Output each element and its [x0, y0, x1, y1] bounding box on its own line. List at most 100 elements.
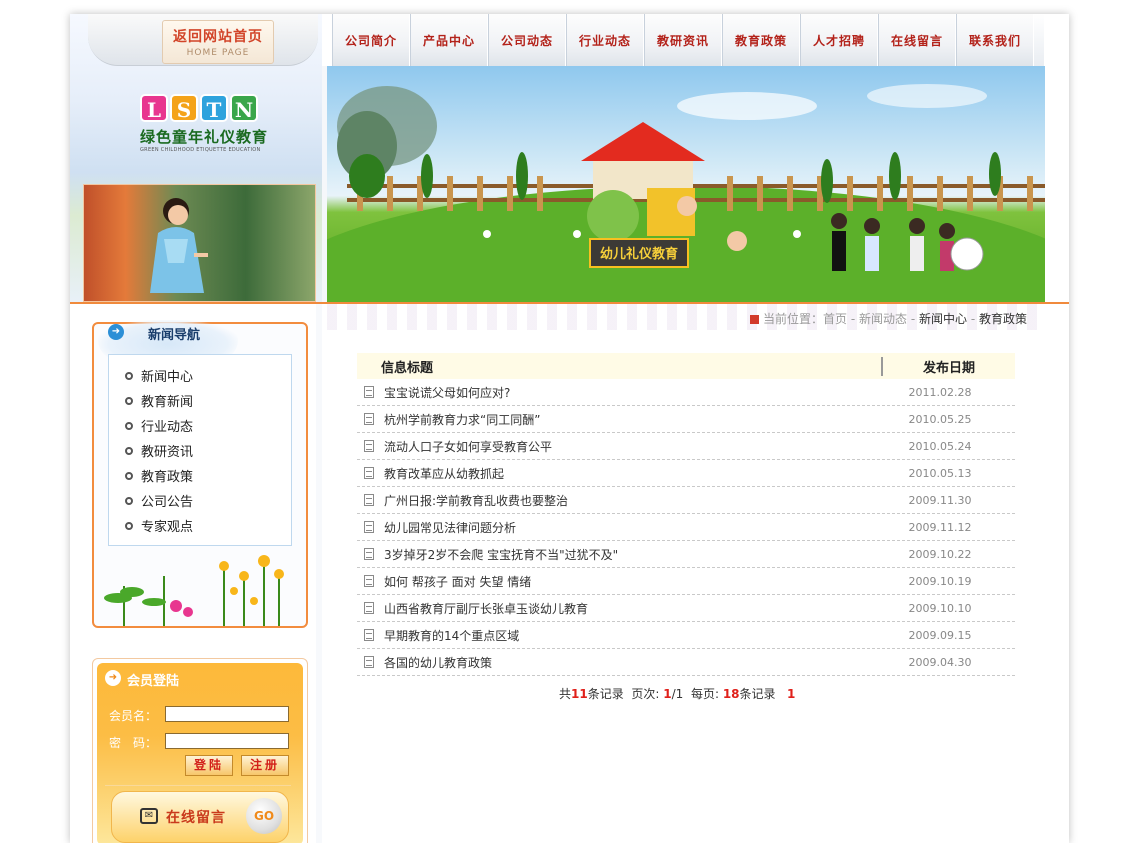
breadcrumb-prefix: 当前位置：: [763, 312, 824, 326]
pagination: 共11条记录 页次: 1/1 每页: 18条记录 1: [559, 685, 795, 702]
row-date: 2010.05.13: [908, 466, 972, 480]
register-button[interactable]: 注册: [241, 755, 289, 776]
pager-page-label: 页次:: [631, 687, 660, 701]
nav-item[interactable]: 在线留言: [878, 14, 956, 66]
table-row[interactable]: 幼儿园常见法律问题分析 2009.11.12: [357, 514, 1015, 541]
nav-item[interactable]: 行业动态: [566, 14, 644, 66]
login-inner: ➜ 会员登陆 会员名： 密 码： 登陆 注册 ✉ 在线留言 GO: [97, 663, 303, 843]
nav-item[interactable]: 联系我们: [956, 14, 1034, 66]
pager-total-suffix: 条记录: [587, 687, 624, 701]
document-icon: [364, 629, 374, 641]
news-nav-item-label: 教育新闻: [141, 395, 194, 410]
pager-page-current: 1: [663, 687, 672, 701]
news-nav-item[interactable]: 公司公告: [109, 488, 291, 513]
logo-cn: 绿色童年礼仪教育: [140, 128, 269, 146]
news-nav-item[interactable]: 教育新闻: [109, 388, 291, 413]
nav-item[interactable]: 教育政策: [722, 14, 800, 66]
password-label: 密 码：: [109, 736, 158, 750]
news-nav-item-label: 教研资讯: [141, 445, 194, 460]
row-title-link[interactable]: 3岁掉牙2岁不会爬 宝宝抚育不当"过犹不及": [384, 546, 874, 563]
location-icon: [750, 315, 759, 324]
table-row[interactable]: 宝宝说谎父母如何应对? 2011.02.28: [357, 379, 1015, 406]
circle-bullet-icon: [125, 471, 133, 480]
news-nav-item-label: 行业动态: [141, 420, 194, 435]
breadcrumb-item-news-center[interactable]: 新闻中心: [919, 312, 967, 326]
row-date: 2009.09.15: [908, 628, 972, 642]
go-button[interactable]: GO: [246, 798, 282, 834]
row-title-link[interactable]: 杭州学前教育力求“同工同酬”: [384, 411, 874, 428]
arrow-right-icon: ➜: [108, 324, 124, 340]
online-message-button[interactable]: ✉ 在线留言 GO: [111, 791, 289, 843]
table-row[interactable]: 流动人口子女如何享受教育公平 2010.05.24: [357, 433, 1015, 460]
home-button-label: 返回网站首页: [173, 29, 263, 45]
row-title-link[interactable]: 幼儿园常见法律问题分析: [384, 519, 874, 536]
logo-letter: L: [140, 94, 168, 122]
row-title-link[interactable]: 早期教育的14个重点区域: [384, 627, 874, 644]
table-body: 宝宝说谎父母如何应对? 2011.02.28 杭州学前教育力求“同工同酬” 2010.…: [357, 379, 1015, 676]
news-nav-item[interactable]: 行业动态: [109, 413, 291, 438]
child-photo: [83, 184, 316, 302]
news-nav-item[interactable]: 教育政策: [109, 463, 291, 488]
login-button[interactable]: 登陆: [185, 755, 233, 776]
document-icon: [364, 575, 374, 587]
row-title-link[interactable]: 流动人口子女如何享受教育公平: [384, 438, 874, 455]
logo-letter: S: [170, 94, 198, 122]
table-row[interactable]: 各国的幼儿教育政策 2009.04.30: [357, 649, 1015, 676]
breadcrumb-separator: -: [907, 312, 919, 326]
nav-item[interactable]: 公司简介: [332, 14, 410, 66]
document-icon: [364, 413, 374, 425]
login-separator: [105, 785, 291, 786]
username-label: 会员名：: [109, 709, 158, 723]
nav-item[interactable]: 教研资讯: [644, 14, 722, 66]
main-nav: 公司简介 产品中心 公司动态 行业动态 教研资讯 教育政策 人才招聘 在线留言 联系我们: [332, 14, 1044, 66]
nav-item[interactable]: 产品中心: [410, 14, 488, 66]
home-page-button[interactable]: 返回网站首页 HOME PAGE: [162, 20, 274, 64]
home-tab: 返回网站首页 HOME PAGE: [88, 14, 318, 66]
logo-letter: T: [200, 94, 228, 122]
row-title-link[interactable]: 广州日报:学前教育乱收费也要整治: [384, 492, 874, 509]
row-title-link[interactable]: 山西省教育厅副厅长张卓玉谈幼儿教育: [384, 600, 874, 617]
password-input[interactable]: [165, 733, 289, 749]
site-logo[interactable]: LSTN 绿色童年礼仪教育 GREEN CHILDHOOD ETIQUETTE …: [140, 94, 270, 164]
row-date: 2009.10.19: [908, 574, 972, 588]
table-row[interactable]: 杭州学前教育力求“同工同酬” 2010.05.25: [357, 406, 1015, 433]
nav-item[interactable]: 公司动态: [488, 14, 566, 66]
breadcrumb-item-news[interactable]: 新闻动态: [859, 312, 907, 326]
document-icon: [364, 656, 374, 668]
username-input[interactable]: [165, 706, 289, 722]
page-frame: 返回网站首页 HOME PAGE LSTN 绿色童年礼仪教育 GREEN CHI…: [70, 14, 1069, 843]
news-nav-item[interactable]: 专家观点: [109, 513, 291, 538]
news-nav-item[interactable]: 教研资讯: [109, 438, 291, 463]
pager-total: 11: [571, 687, 588, 701]
row-date: 2009.04.30: [908, 655, 972, 669]
table-row[interactable]: 早期教育的14个重点区域 2009.09.15: [357, 622, 1015, 649]
row-title-link[interactable]: 如何 帮孩子 面对 失望 情绪: [384, 573, 874, 590]
row-date: 2009.10.22: [908, 547, 972, 561]
table-row[interactable]: 广州日报:学前教育乱收费也要整治 2009.11.30: [357, 487, 1015, 514]
circle-bullet-icon: [125, 396, 133, 405]
table-row[interactable]: 教育改革应从幼教抓起 2010.05.13: [357, 460, 1015, 487]
breadcrumb-item-home[interactable]: 首页: [823, 312, 847, 326]
document-icon: [364, 521, 374, 533]
circle-bullet-icon: [125, 496, 133, 505]
login-title: 会员登陆: [127, 674, 180, 689]
circle-bullet-icon: [125, 421, 133, 430]
table-row[interactable]: 3岁掉牙2岁不会爬 宝宝抚育不当"过犹不及" 2009.10.22: [357, 541, 1015, 568]
row-title-link[interactable]: 各国的幼儿教育政策: [384, 654, 874, 671]
table-row[interactable]: 山西省教育厅副厅长张卓玉谈幼儿教育 2009.10.10: [357, 595, 1015, 622]
breadcrumb-separator: -: [967, 312, 979, 326]
table-row[interactable]: 如何 帮孩子 面对 失望 情绪 2009.10.19: [357, 568, 1015, 595]
row-date: 2010.05.25: [908, 412, 972, 426]
news-nav-item[interactable]: 新闻中心: [109, 363, 291, 388]
circle-bullet-icon: [125, 521, 133, 530]
flowers-decoration: [104, 555, 284, 626]
document-icon: [364, 602, 374, 614]
row-title-link[interactable]: 教育改革应从幼教抓起: [384, 465, 874, 482]
pager-per-page: 18: [722, 687, 740, 701]
sidebar: ➜ 新闻导航 新闻中心 教育新闻 行业动态 教研资讯 教育政策 公司公告 专家观点: [70, 304, 322, 843]
pager-per-page-label: 每页:: [690, 687, 719, 701]
pager-page-link[interactable]: 1: [787, 687, 795, 701]
row-title-link[interactable]: 宝宝说谎父母如何应对?: [384, 384, 874, 401]
row-date: 2011.02.28: [908, 385, 972, 399]
nav-item[interactable]: 人才招聘: [800, 14, 878, 66]
